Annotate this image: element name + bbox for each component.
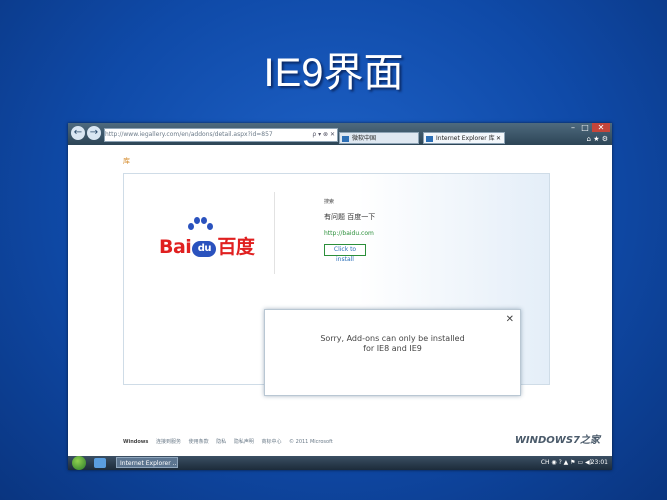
windows-logo: Windows <box>123 439 149 445</box>
baidu-logo: Bai du 百度 <box>159 236 255 258</box>
addon-category: 搜索 <box>324 199 335 205</box>
addon-link[interactable]: http://baidu.com <box>324 230 374 237</box>
copyright: © 2011 Microsoft <box>289 439 333 445</box>
footer-link[interactable]: 使用条款 <box>189 439 209 445</box>
tab-label: 微软中国 <box>352 135 377 142</box>
address-text: http://www.iegallery.com/en/addons/detai… <box>105 131 273 138</box>
back-button[interactable]: ← <box>71 126 85 140</box>
footer-link[interactable]: 连接到服务 <box>156 439 181 445</box>
home-favorites-tools-icons[interactable]: ⌂ ★ ⚙ <box>587 135 608 143</box>
page-footer: Windows 连接到服务 使用条款 隐私 隐私声明 商标中心 © 2011 M… <box>123 438 339 445</box>
ie-icon[interactable] <box>94 458 106 468</box>
tab-close-icon[interactable]: ✕ <box>496 133 501 143</box>
system-tray-icons[interactable]: CH ◉ ? ▲ ⚑ ▭ ◀) <box>541 459 592 466</box>
clock[interactable]: 23:01 <box>591 459 608 466</box>
start-button[interactable] <box>72 456 86 470</box>
address-bar[interactable]: http://www.iegallery.com/en/addons/detai… <box>104 128 338 142</box>
close-icon[interactable]: ✕ <box>506 314 514 325</box>
footer-link[interactable]: 商标中心 <box>261 439 281 445</box>
footer-link[interactable]: 隐私声明 <box>234 439 254 445</box>
tab-microsoft-china[interactable]: 微软中国 <box>339 132 419 144</box>
minimize-button[interactable]: – <box>568 123 578 132</box>
slide-title: IE9界面 <box>263 51 404 95</box>
screenshot-frame: ← → http://www.iegallery.com/en/addons/d… <box>68 123 612 470</box>
tab-label: Internet Explorer 库 <box>436 135 495 142</box>
forward-button[interactable]: → <box>87 126 101 140</box>
addon-description: 有问题 百度一下 <box>324 213 376 221</box>
tab-ie-gallery[interactable]: Internet Explorer 库 ✕ <box>423 132 505 144</box>
footer-link[interactable]: 隐私 <box>216 439 226 445</box>
taskbar: Internet Explorer ... CH ◉ ? ▲ ⚑ ▭ ◀) 23… <box>68 456 612 470</box>
close-window-button[interactable]: ✕ <box>592 123 610 132</box>
breadcrumb[interactable]: 库 <box>123 156 130 166</box>
dialog-message: Sorry, Add-ons can only be installed for… <box>320 334 465 353</box>
address-bar-icons[interactable]: ρ ▾ ⊗ ✕ <box>312 129 335 141</box>
browser-toolbar: ← → http://www.iegallery.com/en/addons/d… <box>68 123 612 145</box>
windows7-home-watermark: WINDOWS7之家 <box>514 435 600 446</box>
error-dialog: ✕ Sorry, Add-ons can only be installed f… <box>264 309 521 396</box>
maximize-button[interactable]: □ <box>580 123 590 132</box>
taskbar-item-ie[interactable]: Internet Explorer ... <box>116 457 178 468</box>
addon-logo: Bai du 百度 <box>144 192 275 274</box>
install-button[interactable]: Click to install <box>324 244 366 263</box>
tab-favicon-icon <box>426 136 433 142</box>
tab-favicon-icon <box>342 136 349 142</box>
baidu-paw-icon <box>188 217 213 231</box>
addon-detail-panel: Bai du 百度 搜索 有问题 百度一下 http://baidu.com Cli… <box>123 173 550 396</box>
